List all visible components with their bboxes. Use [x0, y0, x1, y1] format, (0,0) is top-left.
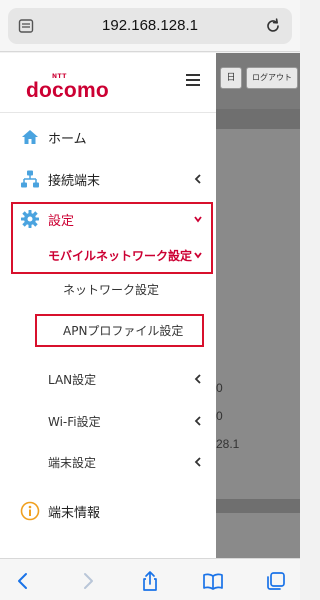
menu-item-device-info[interactable]: 端末情報: [0, 491, 216, 531]
menu-item-connected-devices[interactable]: 接続端末: [0, 159, 216, 199]
chevron-left-icon: [194, 174, 201, 184]
menu-item-label: 接続端末: [48, 174, 101, 189]
menu-item-label: 端末情報: [48, 506, 101, 521]
background-page: 日 ログアウト 0 0 28.1: [216, 53, 300, 558]
network-tree-icon: [21, 170, 39, 188]
submenu-label: LAN設定: [48, 373, 97, 387]
browser-top-bar: 192.168.128.1: [0, 0, 300, 52]
docomo-logo[interactable]: NTT docomo: [26, 73, 126, 102]
menu-item-wifi-settings[interactable]: Wi-Fi設定: [0, 401, 216, 441]
menu-item-lan-settings[interactable]: LAN設定: [0, 359, 216, 399]
highlight-box-settings: [11, 202, 213, 274]
background-value: 28.1: [216, 437, 240, 451]
language-button[interactable]: 日: [220, 67, 242, 89]
side-drawer: NTT docomo ホーム 接続端末 設定 モバイルネットワーク設定 ネットワ…: [0, 53, 216, 558]
submenu-label: Wi-Fi設定: [48, 415, 101, 429]
background-value: 0: [216, 409, 223, 423]
address-bar[interactable]: 192.168.128.1: [8, 8, 292, 44]
logout-button[interactable]: ログアウト: [246, 67, 298, 89]
chevron-left-icon: [194, 416, 201, 426]
menu-item-home[interactable]: ホーム: [0, 117, 216, 157]
submenu-label: ネットワーク設定: [63, 283, 160, 297]
menu-item-device-settings[interactable]: 端末設定: [0, 442, 216, 482]
forward-icon[interactable]: [77, 570, 99, 592]
hamburger-icon[interactable]: [186, 74, 200, 86]
tabs-overview-icon[interactable]: [265, 570, 287, 592]
back-icon[interactable]: [12, 570, 34, 592]
url-text: 192.168.128.1: [102, 17, 198, 34]
reload-icon[interactable]: [264, 17, 282, 35]
browser-bottom-bar: [0, 558, 300, 600]
menu-item-network-settings[interactable]: ネットワーク設定: [0, 269, 216, 309]
home-icon: [22, 130, 38, 144]
highlight-box-apn: [35, 314, 204, 347]
divider: [0, 112, 216, 113]
submenu-label: 端末設定: [48, 456, 97, 470]
background-header: 日 ログアウト: [216, 53, 300, 109]
chevron-left-icon: [194, 374, 201, 384]
bookmarks-icon[interactable]: [202, 570, 224, 592]
background-card: [216, 513, 300, 558]
chevron-left-icon: [194, 457, 201, 467]
share-icon[interactable]: [139, 570, 161, 592]
background-card: 0 0 28.1: [216, 129, 300, 499]
logo-text: docomo: [26, 79, 109, 102]
background-value: 0: [216, 381, 223, 395]
menu-item-label: ホーム: [48, 132, 87, 147]
info-icon: [20, 501, 40, 521]
